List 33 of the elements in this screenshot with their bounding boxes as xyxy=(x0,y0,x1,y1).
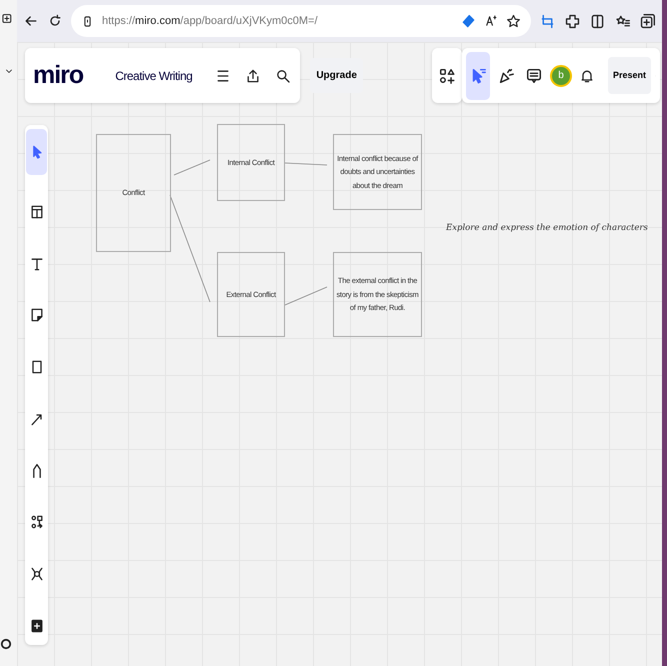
comment-icon xyxy=(525,66,543,84)
party-popper-icon xyxy=(497,66,515,84)
board-title[interactable]: Creative Writing xyxy=(115,66,192,84)
tag-icon[interactable] xyxy=(461,14,476,28)
bell-icon xyxy=(579,68,595,84)
apps-icon xyxy=(438,66,456,84)
template-icon xyxy=(28,204,44,220)
favorites-icon[interactable] xyxy=(614,12,631,30)
help-icon[interactable] xyxy=(0,638,12,650)
sticky-note-icon xyxy=(28,307,44,324)
upload-icon xyxy=(245,68,262,84)
connector-line[interactable] xyxy=(174,160,210,176)
read-aloud-icon[interactable] xyxy=(484,14,498,28)
split-screen-icon[interactable] xyxy=(589,12,606,30)
upgrade-button[interactable]: Upgrade xyxy=(310,58,363,93)
mind-map-icon xyxy=(28,566,44,582)
connector-line[interactable] xyxy=(284,286,328,306)
menu-icon xyxy=(215,68,232,84)
star-icon[interactable] xyxy=(506,14,521,28)
handwritten-note[interactable]: Explore and express the emotion of characters xyxy=(446,222,648,235)
logo[interactable]: miro xyxy=(33,63,84,88)
collections-icon[interactable] xyxy=(639,12,656,30)
url-text: https://miro.com/app/board/uXjVKym0c0M=/ xyxy=(102,14,318,29)
address-bar[interactable]: https://miro.com/app/board/uXjVKym0c0M=/ xyxy=(71,5,531,37)
plus-icon xyxy=(28,618,44,634)
extension-icon[interactable] xyxy=(564,12,581,30)
crop-icon[interactable] xyxy=(539,12,556,30)
search-icon xyxy=(275,68,292,84)
diagram-icon xyxy=(28,514,44,530)
tabs-icon[interactable] xyxy=(1,12,14,25)
connector-line[interactable] xyxy=(284,162,328,166)
text-icon xyxy=(28,256,44,272)
present-button[interactable]: Present xyxy=(608,56,652,94)
